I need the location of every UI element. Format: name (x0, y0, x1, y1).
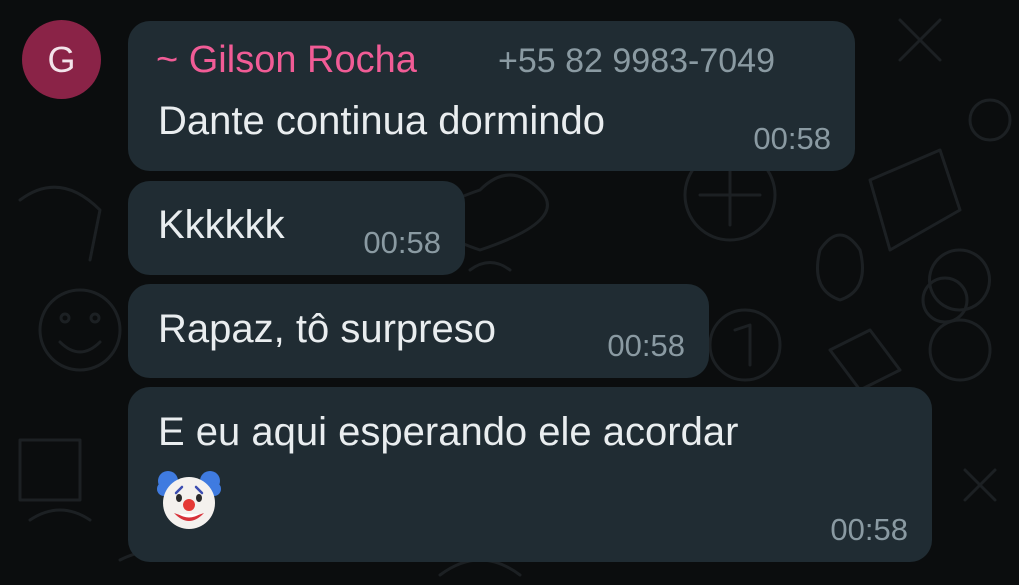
avatar-letter: G (47, 38, 76, 80)
message-text: Kkkkkk (158, 203, 285, 247)
message-bubble[interactable]: ~ Gilson Rocha +55 82 9983-7049 Dante co… (128, 21, 855, 171)
clown-face-icon (157, 471, 221, 529)
message-text: Rapaz, tô surpreso (158, 307, 496, 351)
message-timestamp: 00:58 (607, 328, 685, 363)
message-bubble[interactable]: E eu aqui esperando ele acordar 00:58 (128, 387, 932, 562)
message-timestamp: 00:58 (753, 121, 831, 156)
message-text: E eu aqui esperando ele acordar (158, 410, 739, 454)
sender-avatar[interactable]: G (22, 20, 101, 99)
message-timestamp: 00:58 (363, 225, 441, 260)
message-timestamp: 00:58 (830, 512, 908, 547)
message-bubble[interactable]: Kkkkkk 00:58 (128, 181, 465, 275)
sender-name[interactable]: ~ Gilson Rocha (156, 39, 417, 82)
message-bubble[interactable]: Rapaz, tô surpreso 00:58 (128, 284, 709, 378)
message-text: Dante continua dormindo (158, 99, 605, 143)
sender-phone[interactable]: +55 82 9983-7049 (498, 42, 775, 81)
